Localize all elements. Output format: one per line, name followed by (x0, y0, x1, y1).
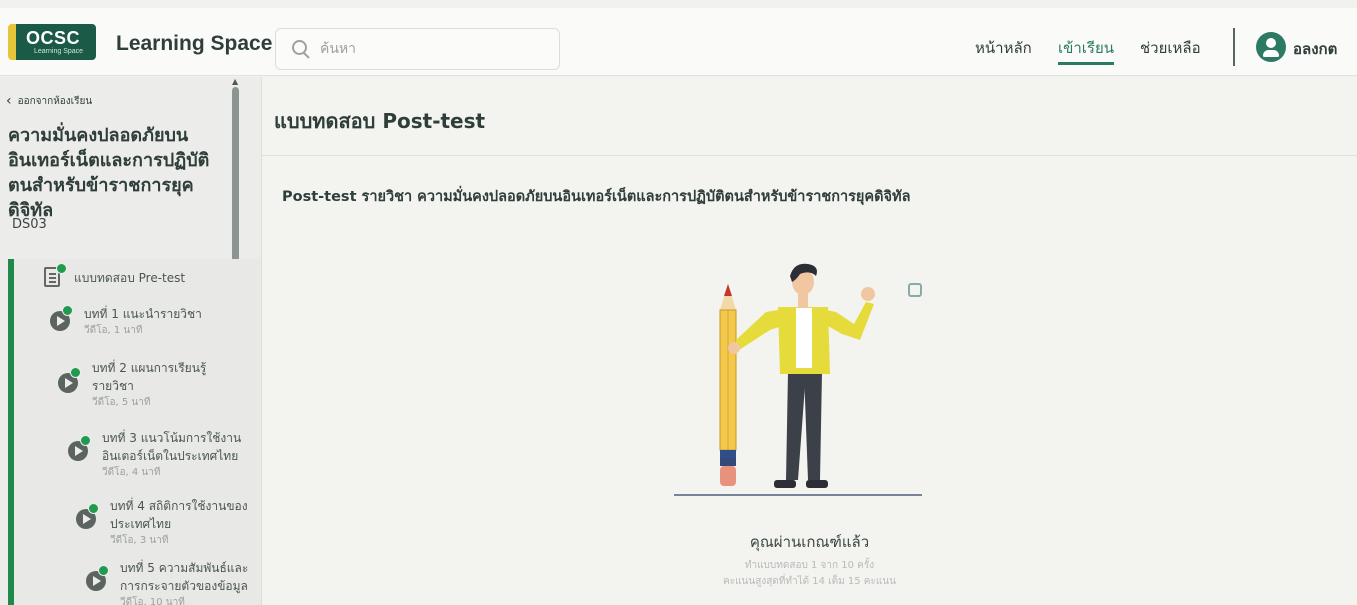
completed-check-icon (56, 263, 67, 274)
course-sidebar: ▲ ‹ ออกจากห้องเรียน ความมั่นคงปลอดภัยบนอ… (0, 77, 262, 605)
completed-check-icon (80, 435, 91, 446)
page-title: แบบทดสอบ Post-test (274, 109, 486, 133)
lesson-title: บทที่ 1 แนะนำรายวิชา (84, 307, 202, 321)
completed-check-icon (70, 367, 81, 378)
app-title: Learning Space (116, 32, 273, 55)
nav-divider (1233, 28, 1235, 66)
course-title: ความมั่นคงปลอดภัยบนอินเทอร์เน็ตและการปฏิ… (8, 125, 210, 221)
scroll-up-arrow-icon[interactable]: ▲ (232, 77, 238, 86)
lesson-title: บทที่ 3 แนวโน้มการใช้งานอินเตอร์เน็ตในปร… (102, 431, 242, 463)
lesson-item-pretest[interactable]: แบบทดสอบ Pre-test (44, 263, 186, 287)
nav-help[interactable]: ช่วยเหลือ (1140, 36, 1201, 60)
exam-title: Post-test รายวิชา ความมั่นคงปลอดภัยบนอิน… (282, 189, 911, 205)
search-box[interactable] (275, 28, 560, 70)
lesson-title: แบบทดสอบ Pre-test (74, 271, 186, 285)
screen: OCSC Learning Space Learning Space หน้าห… (0, 0, 1357, 605)
lesson-meta: วีดีโอ, 3 นาที (110, 535, 169, 546)
leave-classroom-link[interactable]: ‹ ออกจากห้องเรียน (6, 93, 92, 109)
result-title: คุณผ่านเกณฑ์แล้ว (749, 533, 870, 551)
chevron-left-icon: ‹ (6, 93, 12, 109)
attempts-line: ทำแบบทดสอบ 1 จาก 10 ครั้ง (744, 560, 875, 571)
lesson-item-1[interactable]: บทที่ 1 แนะนำรายวิชา วีดีโอ, 1 นาที (50, 305, 202, 339)
logo-text: OCSC (26, 28, 81, 48)
nav-home[interactable]: หน้าหลัก (975, 36, 1032, 60)
lesson-title: บทที่ 4 สถิติการใช้งานของประเทศไทย (110, 499, 248, 531)
nav-learn[interactable]: เข้าเรียน (1058, 36, 1115, 65)
lesson-title: บทที่ 5 ความสัมพันธ์และการกระจายตัวของข้… (120, 561, 249, 593)
leave-classroom-label: ออกจากห้องเรียน (17, 95, 93, 107)
course-code: DS03 (12, 217, 47, 232)
logo-subtext: Learning Space (34, 48, 84, 55)
lesson-item-3[interactable]: บทที่ 3 แนวโน้มการใช้งานอินเตอร์เน็ตในปร… (68, 429, 252, 481)
lesson-list: แบบทดสอบ Pre-test บทที่ 1 แนะนำรายวิชา ว… (8, 259, 261, 605)
lesson-meta: วีดีโอ, 1 นาที (84, 325, 143, 336)
score-line: คะแนนสูงสุดที่ทำได้ 14 เต็ม 15 คะแนน (723, 576, 896, 587)
completed-check-icon (98, 565, 109, 576)
focus-icon[interactable] (908, 283, 922, 297)
title-divider (262, 155, 1357, 156)
main-content: แบบทดสอบ Post-test Post-test รายวิชา ควา… (262, 77, 1357, 605)
user-name[interactable]: อลงกต (1293, 37, 1337, 61)
top-header: OCSC Learning Space Learning Space หน้าห… (0, 8, 1357, 76)
search-icon (290, 38, 312, 60)
search-input[interactable] (320, 41, 540, 57)
lesson-title: บทที่ 2 แผนการเรียนรู้รายวิชา (92, 361, 207, 393)
lesson-item-4[interactable]: บทที่ 4 สถิติการใช้งานของประเทศไทย วีดีโ… (76, 497, 260, 549)
user-avatar-icon[interactable] (1256, 32, 1286, 62)
lesson-meta: วีดีโอ, 5 นาที (92, 397, 151, 408)
completed-check-icon (62, 305, 73, 316)
completed-check-icon (88, 503, 99, 514)
lesson-item-5[interactable]: บทที่ 5 ความสัมพันธ์และการกระจายตัวของข้… (86, 559, 261, 605)
lesson-meta: วีดีโอ, 10 นาที (120, 597, 185, 605)
person-with-pencil-illustration (674, 263, 922, 496)
ocsc-logo[interactable]: OCSC Learning Space (8, 24, 96, 60)
lesson-item-2[interactable]: บทที่ 2 แผนการเรียนรู้รายวิชา วีดีโอ, 5 … (58, 359, 212, 411)
logo-mark: OCSC Learning Space (8, 24, 96, 60)
lesson-meta: วีดีโอ, 4 นาที (102, 467, 161, 478)
